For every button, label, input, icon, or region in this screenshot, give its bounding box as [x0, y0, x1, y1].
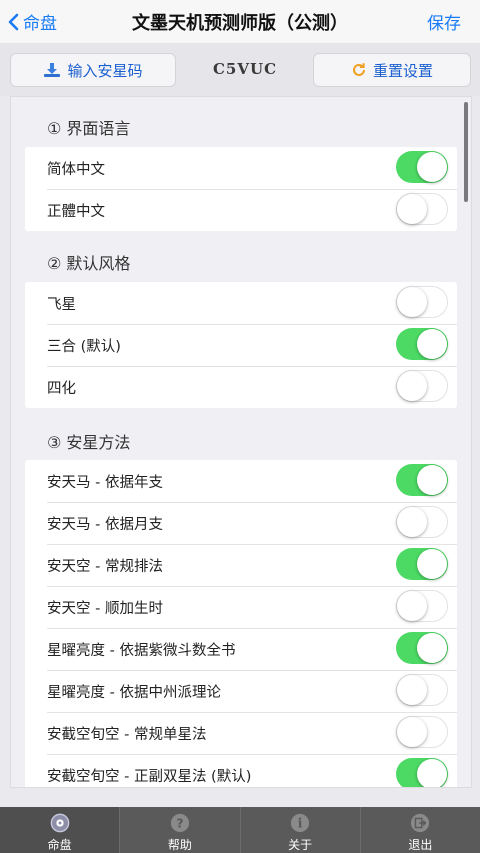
toggle-switch[interactable]	[396, 328, 448, 360]
list-item[interactable]: 星曜亮度 - 依据中州派理论	[25, 670, 457, 712]
svg-text:i: i	[298, 816, 303, 831]
toggle-switch[interactable]	[396, 632, 448, 664]
svg-text:?: ?	[176, 816, 183, 831]
nav-bar: 命盘 文墨天机预测师版（公测） 保存	[0, 0, 480, 44]
chevron-left-icon	[8, 13, 19, 30]
row-label: 简体中文	[47, 161, 105, 178]
list-item[interactable]: 四化	[25, 366, 457, 408]
toggle-knob	[417, 633, 447, 663]
tab-label: 帮助	[167, 838, 192, 852]
disc-icon	[50, 813, 69, 833]
toolbar: 输入安星码 C5VUC 重置设置	[0, 43, 480, 96]
toggle-knob	[417, 549, 447, 579]
toggle-switch[interactable]	[396, 758, 448, 787]
tab-about[interactable]: i 关于	[239, 807, 360, 853]
row-label: 星曜亮度 - 依据中州派理论	[47, 684, 221, 701]
toggle-knob	[417, 759, 447, 787]
tab-label: 命盘	[47, 838, 72, 852]
toggle-knob	[397, 194, 427, 224]
exit-icon	[411, 813, 430, 833]
star-code: C5VUC	[212, 60, 278, 78]
back-button[interactable]: 命盘	[8, 0, 57, 43]
section-title-method: ③ 安星方法	[47, 433, 131, 452]
row-label: 星曜亮度 - 依据紫微斗数全书	[47, 642, 236, 659]
toggle-knob	[417, 329, 447, 359]
group-language: 简体中文 正體中文	[25, 147, 457, 231]
list-item[interactable]: 三合 (默认)	[25, 324, 457, 366]
row-label: 安截空旬空 - 正副双星法 (默认)	[47, 768, 252, 785]
page-title: 文墨天机预测师版（公测）	[132, 12, 348, 34]
toggle-knob	[397, 675, 427, 705]
list-item[interactable]: 简体中文	[25, 147, 457, 189]
tab-exit[interactable]: 退出	[359, 807, 480, 853]
section-title-language: ① 界面语言	[47, 119, 131, 138]
toggle-switch[interactable]	[396, 151, 448, 183]
group-method: 安天马 - 依据年支 安天马 - 依据月支 安天空 - 常规排法 安天空 - 顺…	[25, 460, 457, 787]
list-item[interactable]: 安天马 - 依据月支	[25, 502, 457, 544]
toggle-knob	[397, 591, 427, 621]
tab-bar: 命盘 ? 帮助 i 关于 退出	[0, 807, 480, 853]
tab-help[interactable]: ? 帮助	[119, 807, 239, 853]
install-icon	[44, 63, 61, 77]
toggle-switch[interactable]	[396, 590, 448, 622]
group-style: 飞星 三合 (默认) 四化	[25, 282, 457, 408]
row-label: 安天马 - 依据年支	[47, 474, 163, 491]
info-icon: i	[291, 813, 310, 833]
toggle-switch[interactable]	[396, 464, 448, 496]
reset-settings-button[interactable]: 重置设置	[313, 53, 471, 87]
settings-list[interactable]: ① 界面语言 简体中文 正體中文 ② 默认风格 飞星 三合 (默认) 四化 ③ …	[10, 96, 472, 788]
list-item[interactable]: 安天马 - 依据年支	[25, 460, 457, 502]
row-label: 安截空旬空 - 常规单星法	[47, 726, 207, 743]
toggle-knob	[397, 507, 427, 537]
reset-label: 重置设置	[372, 61, 433, 80]
toggle-switch[interactable]	[396, 674, 448, 706]
install-label: 输入安星码	[67, 61, 143, 80]
row-label: 安天空 - 常规排法	[47, 558, 163, 575]
refresh-icon	[353, 63, 365, 76]
tab-label: 关于	[288, 838, 313, 852]
question-icon: ?	[170, 813, 189, 833]
row-label: 三合 (默认)	[47, 338, 121, 355]
toggle-knob	[397, 287, 427, 317]
toggle-switch[interactable]	[396, 370, 448, 402]
list-item[interactable]: 正體中文	[25, 189, 457, 231]
toggle-switch[interactable]	[396, 716, 448, 748]
row-label: 四化	[47, 380, 76, 397]
toggle-knob	[417, 465, 447, 495]
scroll-indicator[interactable]	[464, 102, 468, 202]
row-label: 安天马 - 依据月支	[47, 516, 163, 533]
row-label: 安天空 - 顺加生时	[47, 600, 163, 617]
list-item[interactable]: 安截空旬空 - 正副双星法 (默认)	[25, 754, 457, 787]
save-button[interactable]: 保存	[427, 0, 461, 43]
tab-label: 退出	[408, 838, 433, 852]
list-item[interactable]: 安天空 - 顺加生时	[25, 586, 457, 628]
list-item[interactable]: 安截空旬空 - 常规单星法	[25, 712, 457, 754]
toggle-knob	[397, 371, 427, 401]
toggle-switch[interactable]	[396, 286, 448, 318]
row-label: 正體中文	[47, 203, 105, 220]
toggle-knob	[417, 152, 447, 182]
tab-chart[interactable]: 命盘	[0, 807, 120, 853]
row-label: 飞星	[47, 296, 76, 313]
back-label: 命盘	[23, 14, 57, 34]
toggle-switch[interactable]	[396, 548, 448, 580]
toggle-switch[interactable]	[396, 193, 448, 225]
list-item[interactable]: 飞星	[25, 282, 457, 324]
toggle-switch[interactable]	[396, 506, 448, 538]
install-star-code-button[interactable]: 输入安星码	[10, 53, 176, 87]
list-item[interactable]: 星曜亮度 - 依据紫微斗数全书	[25, 628, 457, 670]
toggle-knob	[397, 717, 427, 747]
list-item[interactable]: 安天空 - 常规排法	[25, 544, 457, 586]
section-title-style: ② 默认风格	[47, 254, 131, 273]
